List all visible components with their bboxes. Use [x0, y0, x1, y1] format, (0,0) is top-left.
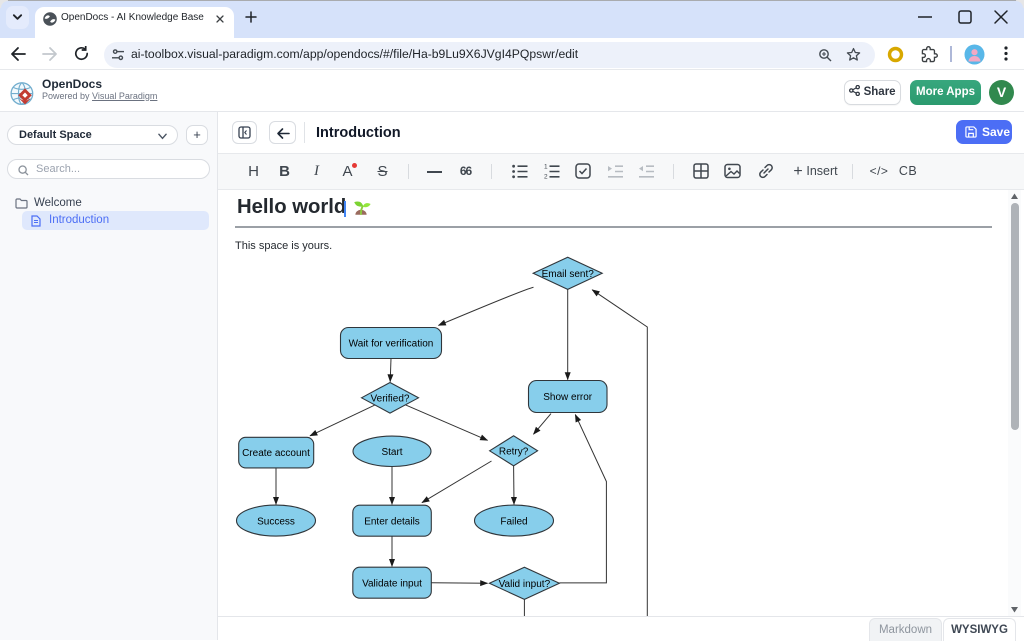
svg-text:Wait for verification: Wait for verification: [349, 339, 434, 350]
svg-text:2: 2: [544, 173, 548, 179]
svg-text:Failed: Failed: [500, 516, 527, 527]
svg-text:Start: Start: [381, 447, 402, 458]
svg-text:Enter details: Enter details: [364, 516, 420, 527]
svg-text:Email sent?: Email sent?: [542, 269, 595, 280]
svg-text:Validate input: Validate input: [362, 578, 422, 589]
svg-text:Verified?: Verified?: [371, 393, 410, 404]
svg-text:Show error: Show error: [543, 392, 593, 403]
svg-text:Create account: Create account: [242, 448, 310, 459]
svg-text:Valid input?: Valid input?: [499, 579, 551, 590]
svg-text:Retry?: Retry?: [499, 446, 529, 457]
svg-text:1: 1: [544, 164, 548, 171]
svg-text:Success: Success: [257, 516, 295, 527]
